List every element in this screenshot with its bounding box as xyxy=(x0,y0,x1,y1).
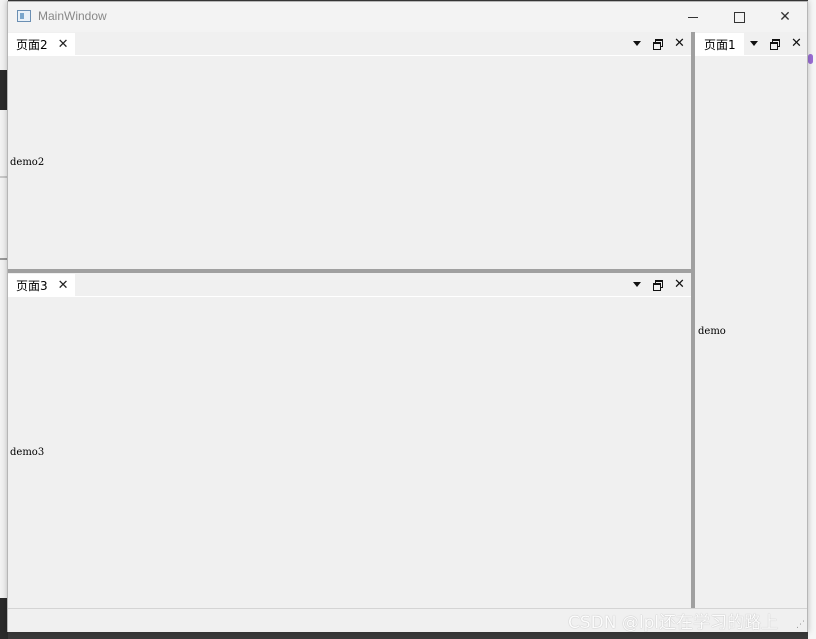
maximize-button[interactable] xyxy=(716,2,762,32)
tab-page2[interactable]: 页面2 ✕ xyxy=(8,33,75,55)
dock-close-icon[interactable]: ✕ xyxy=(674,277,685,293)
dock-close-icon[interactable]: ✕ xyxy=(674,36,685,52)
dock-panel-page2: 页面2 ✕ ✕ demo2 xyxy=(8,32,691,269)
main-window: MainWindow ✕ 页面2 ✕ ✕ demo2 页面3 ✕ ✕ demo3… xyxy=(7,1,808,632)
panel-content-text: demo xyxy=(698,326,726,337)
dock-menu-caret-icon[interactable] xyxy=(750,41,758,46)
dock-menu-caret-icon[interactable] xyxy=(633,282,641,287)
background-accent xyxy=(808,54,813,64)
dock-close-icon[interactable]: ✕ xyxy=(791,36,802,52)
panel-content-text: demo2 xyxy=(10,157,45,168)
close-icon: ✕ xyxy=(779,9,791,25)
tab-close-icon[interactable]: ✕ xyxy=(58,279,69,292)
close-window-button[interactable]: ✕ xyxy=(762,2,808,32)
dock-panel-page1: 页面1 ✕ demo xyxy=(695,32,807,608)
dock-panel-page3: 页面3 ✕ ✕ demo3 xyxy=(8,273,691,608)
watermark-text: CSDN @lpl还在学习的路上 xyxy=(568,613,779,633)
tab-page1[interactable]: 页面1 xyxy=(695,33,744,55)
dock-float-icon[interactable] xyxy=(653,39,663,50)
tab-page3[interactable]: 页面3 ✕ xyxy=(8,274,75,296)
dock-tab-bar: 页面3 ✕ ✕ xyxy=(8,273,691,297)
app-window-icon xyxy=(17,10,31,22)
tab-label: 页面1 xyxy=(704,37,736,52)
dock-menu-caret-icon[interactable] xyxy=(633,41,641,46)
window-title: MainWindow xyxy=(38,9,107,23)
tab-label: 页面2 xyxy=(16,37,48,52)
title-bar[interactable]: MainWindow ✕ xyxy=(8,2,807,32)
minimize-icon xyxy=(688,16,698,18)
dock-float-icon[interactable] xyxy=(770,39,780,50)
dock-float-icon[interactable] xyxy=(653,280,663,291)
resize-grip-icon[interactable]: ⋰ xyxy=(796,620,805,630)
dock-tab-bar: 页面2 ✕ ✕ xyxy=(8,32,691,56)
background-app-edge-right xyxy=(808,0,816,639)
panel-content-text: demo3 xyxy=(10,447,45,458)
tab-label: 页面3 xyxy=(16,278,48,293)
maximize-icon xyxy=(733,11,745,23)
minimize-button[interactable] xyxy=(670,2,716,32)
dock-tab-bar: 页面1 ✕ xyxy=(695,32,807,56)
tab-close-icon[interactable]: ✕ xyxy=(58,38,69,51)
